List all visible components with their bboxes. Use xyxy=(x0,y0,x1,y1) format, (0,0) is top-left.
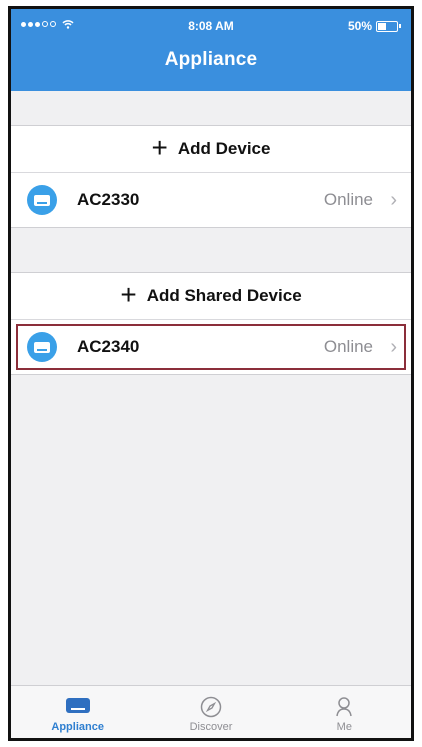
tab-label: Discover xyxy=(189,721,233,733)
nav-header: 8:08 AM 50% Appliance xyxy=(11,9,411,91)
plus-icon: + xyxy=(120,278,137,310)
tab-appliance[interactable]: Appliance xyxy=(11,686,144,738)
shared-devices-section: + Add Shared Device AC2340 Online › xyxy=(11,272,411,375)
air-conditioner-icon xyxy=(27,185,57,215)
add-shared-device-label: Add Shared Device xyxy=(146,286,302,305)
compass-icon xyxy=(200,696,222,718)
device-row-ac2340[interactable]: AC2340 Online › xyxy=(11,320,411,374)
phone-screen: 8:08 AM 50% Appliance + Add Device AC233… xyxy=(8,6,414,741)
add-shared-device-button[interactable]: + Add Shared Device xyxy=(11,273,411,320)
add-device-button[interactable]: + Add Device xyxy=(11,126,411,173)
device-name: AC2330 xyxy=(77,190,140,209)
device-status: Online xyxy=(323,190,373,209)
chevron-right-icon: › xyxy=(390,335,397,358)
add-device-label: Add Device xyxy=(177,139,271,158)
my-devices-section: + Add Device AC2330 Online › xyxy=(11,125,411,228)
device-status: Online xyxy=(323,337,373,356)
chevron-right-icon: › xyxy=(390,188,397,211)
tab-bar: Appliance Discover Me xyxy=(11,685,411,738)
plus-icon: + xyxy=(151,131,168,163)
device-row-ac2330[interactable]: AC2330 Online › xyxy=(11,173,411,227)
tab-label: Appliance xyxy=(51,721,104,733)
person-icon xyxy=(334,696,354,718)
battery-icon xyxy=(376,20,398,32)
battery-percent: 50% xyxy=(347,19,372,33)
battery-status: 50% xyxy=(348,19,401,33)
appliance-icon xyxy=(65,696,91,718)
status-bar: 8:08 AM 50% xyxy=(11,19,411,35)
tab-discover[interactable]: Discover xyxy=(144,686,277,738)
tab-me[interactable]: Me xyxy=(278,686,411,738)
tab-label: Me xyxy=(336,721,352,733)
page-title: Appliance xyxy=(164,49,258,70)
